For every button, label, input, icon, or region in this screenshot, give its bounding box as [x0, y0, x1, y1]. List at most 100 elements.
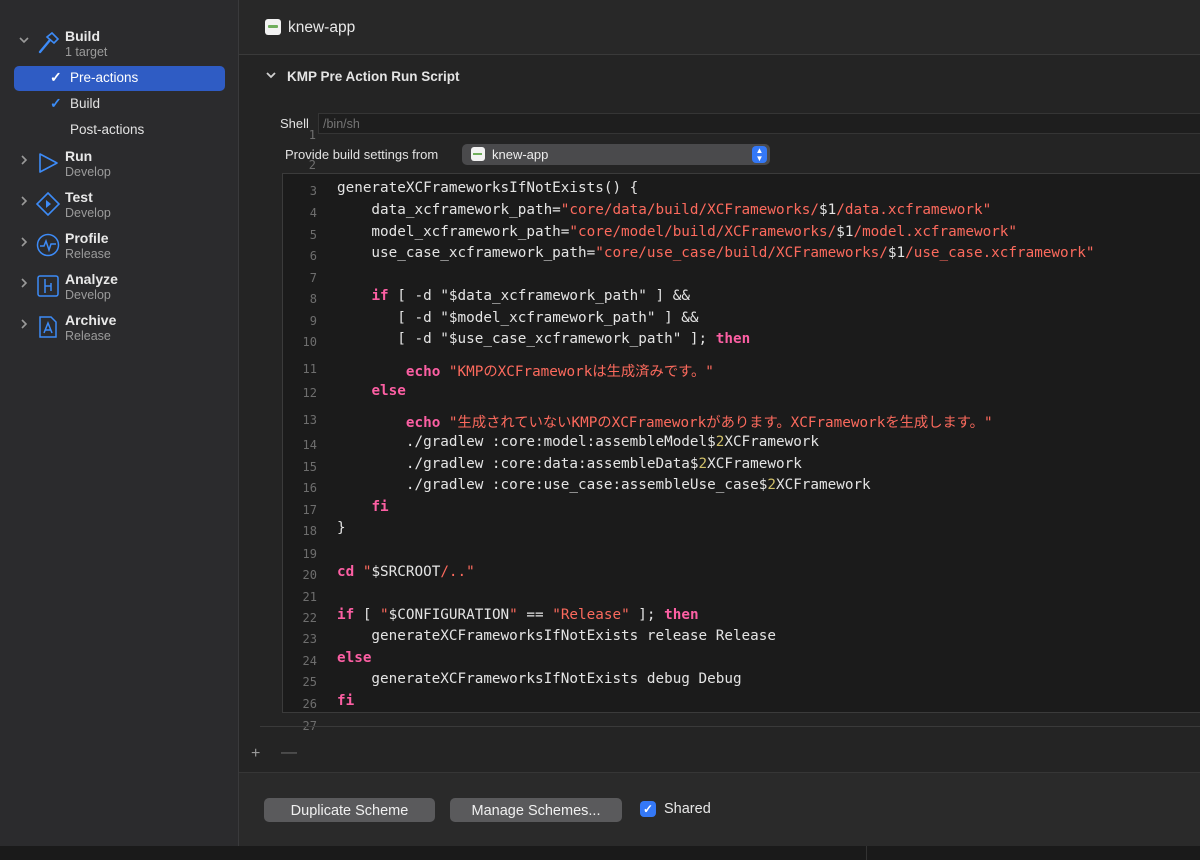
diamond-play-icon [35, 191, 61, 217]
number-token: 2 [767, 477, 776, 493]
chevron-right-icon[interactable] [17, 277, 31, 291]
build-settings-value: knew-app [492, 147, 549, 162]
line-number: 22 [302, 611, 317, 625]
code-token: ]; [681, 331, 716, 347]
string-token: "Release" [552, 607, 630, 623]
manage-schemes-button[interactable]: Manage Schemes... [450, 798, 622, 822]
string-token: /.." [440, 564, 475, 580]
line-number: 17 [302, 503, 317, 517]
keyword-token: if [371, 288, 389, 304]
string-token: /use_case.xcframework" [905, 245, 1095, 261]
code-token: ./gradlew :core:use_case:assembleUse_cas… [337, 477, 768, 493]
chevron-down-icon[interactable] [17, 34, 31, 48]
line-number: 3 [309, 184, 317, 198]
footer-bar: Duplicate Scheme Manage Schemes... ✓ Sha… [239, 772, 1200, 847]
scheme-title: knew-app [288, 19, 356, 36]
code-line: ./gradlew :core:use_case:assembleUse_cas… [337, 477, 871, 493]
phase-profile[interactable]: Profile Release [0, 230, 238, 270]
chevron-right-icon[interactable] [17, 154, 31, 168]
chevron-right-icon[interactable] [17, 318, 31, 332]
code-token: [ -d [388, 288, 441, 304]
app-icon [471, 147, 485, 161]
phase-name: Run [65, 148, 93, 164]
duplicate-scheme-button[interactable]: Duplicate Scheme [264, 798, 435, 822]
code-token: generateXCFrameworksIfNotExists debug De… [337, 671, 742, 687]
code-token: "$use_case_xcframework_path" [440, 331, 682, 347]
chevron-right-icon[interactable] [17, 236, 31, 250]
shared-checkbox[interactable]: ✓ [640, 801, 656, 817]
action-title[interactable]: KMP Pre Action Run Script [287, 69, 460, 84]
code-line: model_xcframework_path="core/model/build… [337, 224, 1017, 240]
line-number: 9 [309, 314, 317, 328]
code-line: } [337, 520, 346, 536]
code-line: fi [337, 693, 354, 709]
build-item-build[interactable]: ✓ Build [14, 92, 225, 117]
chevron-right-icon[interactable] [17, 195, 31, 209]
keyword-token: echo [405, 415, 441, 431]
keyword-token: then [715, 331, 751, 347]
build-item-pre-actions[interactable]: ✓ Pre-actions [14, 66, 225, 91]
title-bar: knew-app [239, 0, 1200, 55]
build-settings-select[interactable]: knew-app ▲ ▼ [462, 144, 770, 165]
code-token: "$model_xcframework_path" [440, 310, 656, 326]
app-icon [265, 19, 281, 35]
string-token: "core/model/build/XCFrameworks/ [569, 224, 837, 240]
code-token: model_xcframework_path= [337, 224, 570, 240]
code-token: $1 [836, 224, 854, 240]
line-number: 21 [302, 590, 317, 604]
phase-subtitle: Release [65, 329, 111, 343]
string-token: " [509, 607, 518, 623]
line-number: 7 [309, 271, 317, 285]
line-number: 23 [302, 632, 317, 646]
code-token: ] && [646, 288, 690, 304]
number-token: 2 [698, 456, 708, 472]
shell-input[interactable] [318, 113, 1200, 134]
analyze-icon [36, 274, 60, 298]
code-line: generateXCFrameworksIfNotExists release … [337, 628, 776, 644]
build-item-post-actions[interactable]: Post-actions [14, 118, 225, 143]
code-token: XCFramework [724, 434, 820, 450]
code-line: cd "$SRCROOT/.." [337, 564, 475, 580]
phase-archive[interactable]: Archive Release [0, 312, 238, 352]
code-token: ]; [629, 607, 665, 623]
build-item-label: Build [70, 96, 101, 111]
shared-label: Shared [664, 801, 711, 817]
line-number: 26 [302, 697, 317, 711]
archive-icon [36, 315, 60, 339]
play-icon [36, 151, 60, 175]
phase-name: Build [65, 28, 100, 44]
code-token: $1 [819, 202, 837, 218]
divider [866, 846, 867, 860]
line-number: 12 [302, 386, 317, 400]
phase-analyze[interactable]: Analyze Develop [0, 271, 238, 311]
checkmark-icon: ✓ [50, 95, 62, 111]
line-number: 16 [302, 481, 317, 495]
code-line: generateXCFrameworksIfNotExists() { [337, 180, 638, 196]
phase-name: Archive [65, 312, 117, 328]
code-line: data_xcframework_path="core/data/build/X… [337, 202, 991, 218]
line-number: 13 [302, 413, 317, 427]
keyword-token: else [337, 650, 372, 666]
phase-name: Analyze [65, 271, 118, 287]
phase-subtitle: Develop [65, 206, 111, 220]
add-action-button[interactable]: + [251, 745, 260, 763]
code-line: use_case_xcframework_path="core/use_case… [337, 245, 1094, 261]
string-token: "KMPのXCFrameworkは生成済みです。" [448, 364, 714, 380]
code-token: $CONFIGURATION [388, 607, 510, 623]
phase-test[interactable]: Test Develop [0, 189, 238, 229]
remove-action-button[interactable]: — [281, 744, 297, 762]
chevron-down-icon[interactable] [265, 69, 277, 84]
line-number: 5 [309, 228, 317, 242]
phase-run[interactable]: Run Develop [0, 148, 238, 188]
code-line: ./gradlew :core:data:assembleData$2XCFra… [337, 456, 802, 472]
keyword-token: echo [405, 364, 441, 380]
line-number: 4 [309, 206, 317, 220]
code-token: generateXCFrameworksIfNotExists() { [337, 180, 639, 196]
phase-build[interactable]: Build 1 target [0, 28, 238, 68]
phase-subtitle: Develop [65, 288, 111, 302]
code-token: XCFramework [775, 477, 871, 493]
string-token: "core/data/build/XCFrameworks/ [560, 202, 820, 218]
